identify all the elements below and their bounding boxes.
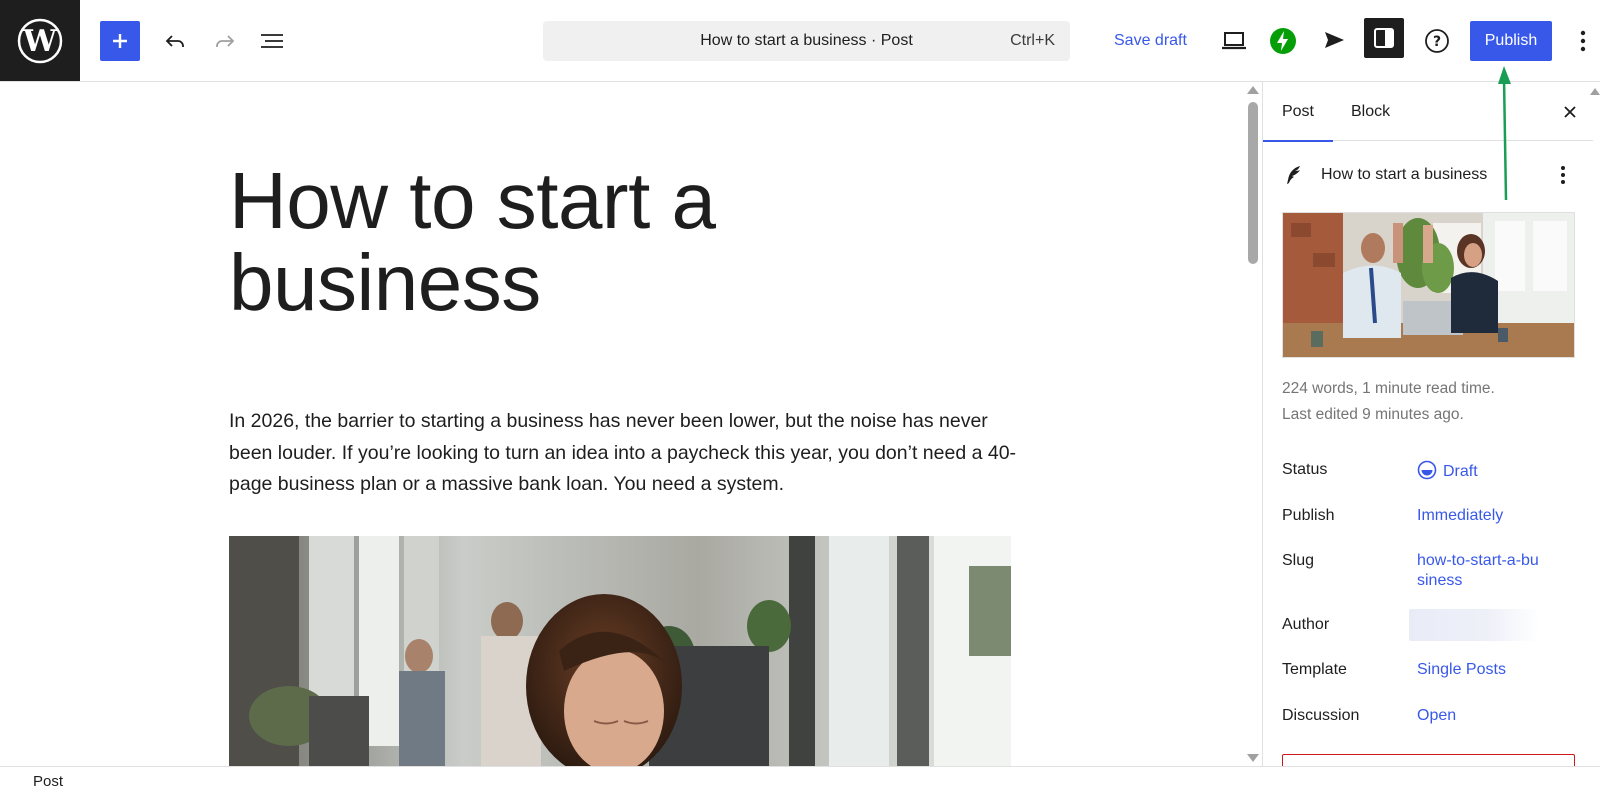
command-bar-shortcut: Ctrl+K [1010, 32, 1055, 49]
publish-button[interactable]: Publish [1470, 21, 1552, 61]
list-view-icon [261, 34, 283, 48]
undo-button[interactable] [155, 21, 195, 61]
editor-header: W How to start a business · Post Ctrl+K … [0, 0, 1600, 82]
post-actions-button[interactable] [1553, 162, 1573, 188]
breadcrumb-post[interactable]: Post [33, 767, 63, 797]
wordpress-icon: W [17, 18, 63, 63]
command-palette-bar[interactable]: How to start a business · Post Ctrl+K [543, 21, 1070, 61]
save-draft-button[interactable]: Save draft [1110, 21, 1191, 61]
status-value: Draft [1443, 463, 1478, 480]
sidebar-post-title: How to start a business [1321, 166, 1488, 183]
move-to-trash-button[interactable] [1282, 754, 1575, 766]
send-button[interactable] [1314, 20, 1354, 60]
word-count-text: 224 words, 1 minute read time. [1282, 380, 1495, 397]
scroll-thumb[interactable] [1248, 102, 1258, 264]
sidebar-scroll-up-icon[interactable] [1590, 88, 1600, 95]
author-select[interactable] [1409, 609, 1539, 641]
publish-label: Publish [1282, 507, 1335, 524]
tab-post[interactable]: Post [1263, 82, 1333, 142]
woman-at-desk-image [229, 536, 1011, 766]
help-button[interactable]: ? [1417, 21, 1457, 61]
undo-icon [165, 35, 184, 47]
plus-icon [113, 34, 127, 48]
laptop-icon [1222, 32, 1246, 50]
quill-post-icon [1287, 166, 1300, 184]
scroll-down-arrow-icon[interactable] [1247, 754, 1259, 762]
more-vertical-icon [1580, 30, 1586, 52]
post-image-block[interactable] [229, 536, 1011, 766]
template-label: Template [1282, 661, 1347, 678]
business-high-five-image [1283, 213, 1574, 357]
status-value-button[interactable]: Draft [1417, 460, 1567, 482]
canvas-scrollbar[interactable] [1244, 82, 1262, 766]
wordpress-logo[interactable]: W [0, 0, 80, 81]
more-vertical-icon [1561, 166, 1565, 184]
redo-button[interactable] [205, 21, 245, 61]
post-title[interactable]: How to start a business [229, 160, 909, 324]
scroll-up-arrow-icon[interactable] [1247, 86, 1259, 94]
featured-image[interactable] [1282, 212, 1575, 358]
slug-label: Slug [1282, 552, 1315, 569]
jetpack-button[interactable] [1263, 21, 1303, 61]
tab-block[interactable]: Block [1351, 82, 1411, 141]
settings-sidebar-toggle[interactable] [1364, 18, 1404, 58]
svg-text:W: W [22, 24, 58, 59]
command-bar-title: How to start a business · Post [700, 32, 913, 49]
discussion-value-button[interactable]: Open [1417, 706, 1567, 726]
document-overview-button[interactable] [252, 21, 292, 61]
template-value-button[interactable]: Single Posts [1417, 660, 1567, 680]
svg-text:?: ? [1433, 34, 1441, 50]
close-sidebar-button[interactable] [1555, 97, 1585, 127]
slug-value-button[interactable]: how-to-start-a-business [1417, 551, 1542, 591]
draft-status-icon [1417, 460, 1437, 480]
preview-button[interactable] [1214, 21, 1254, 61]
author-label: Author [1282, 616, 1330, 633]
settings-sidebar: Post Block How to start a business 224 w… [1262, 82, 1600, 766]
status-label: Status [1282, 461, 1328, 478]
block-inserter-button[interactable] [100, 21, 140, 61]
redo-icon [216, 35, 235, 47]
sidebar-icon [1374, 28, 1394, 48]
post-paragraph[interactable]: In 2026, the barrier to starting a busin… [229, 406, 1019, 501]
discussion-label: Discussion [1282, 707, 1360, 724]
help-icon: ? [1425, 29, 1449, 53]
publish-date-button[interactable]: Immediately [1417, 506, 1567, 526]
options-menu-button[interactable] [1570, 21, 1596, 61]
last-edited-text: Last edited 9 minutes ago. [1282, 406, 1464, 423]
send-icon [1325, 32, 1344, 48]
sidebar-tabs: Post Block [1263, 82, 1593, 142]
close-icon [1564, 106, 1576, 118]
post-meta-info: 224 words, 1 minute read time. Last edit… [1282, 376, 1495, 428]
jetpack-icon [1270, 28, 1296, 54]
editor-canvas[interactable]: How to start a business In 2026, the bar… [0, 82, 1244, 766]
editor-footer: Post [0, 766, 1600, 797]
